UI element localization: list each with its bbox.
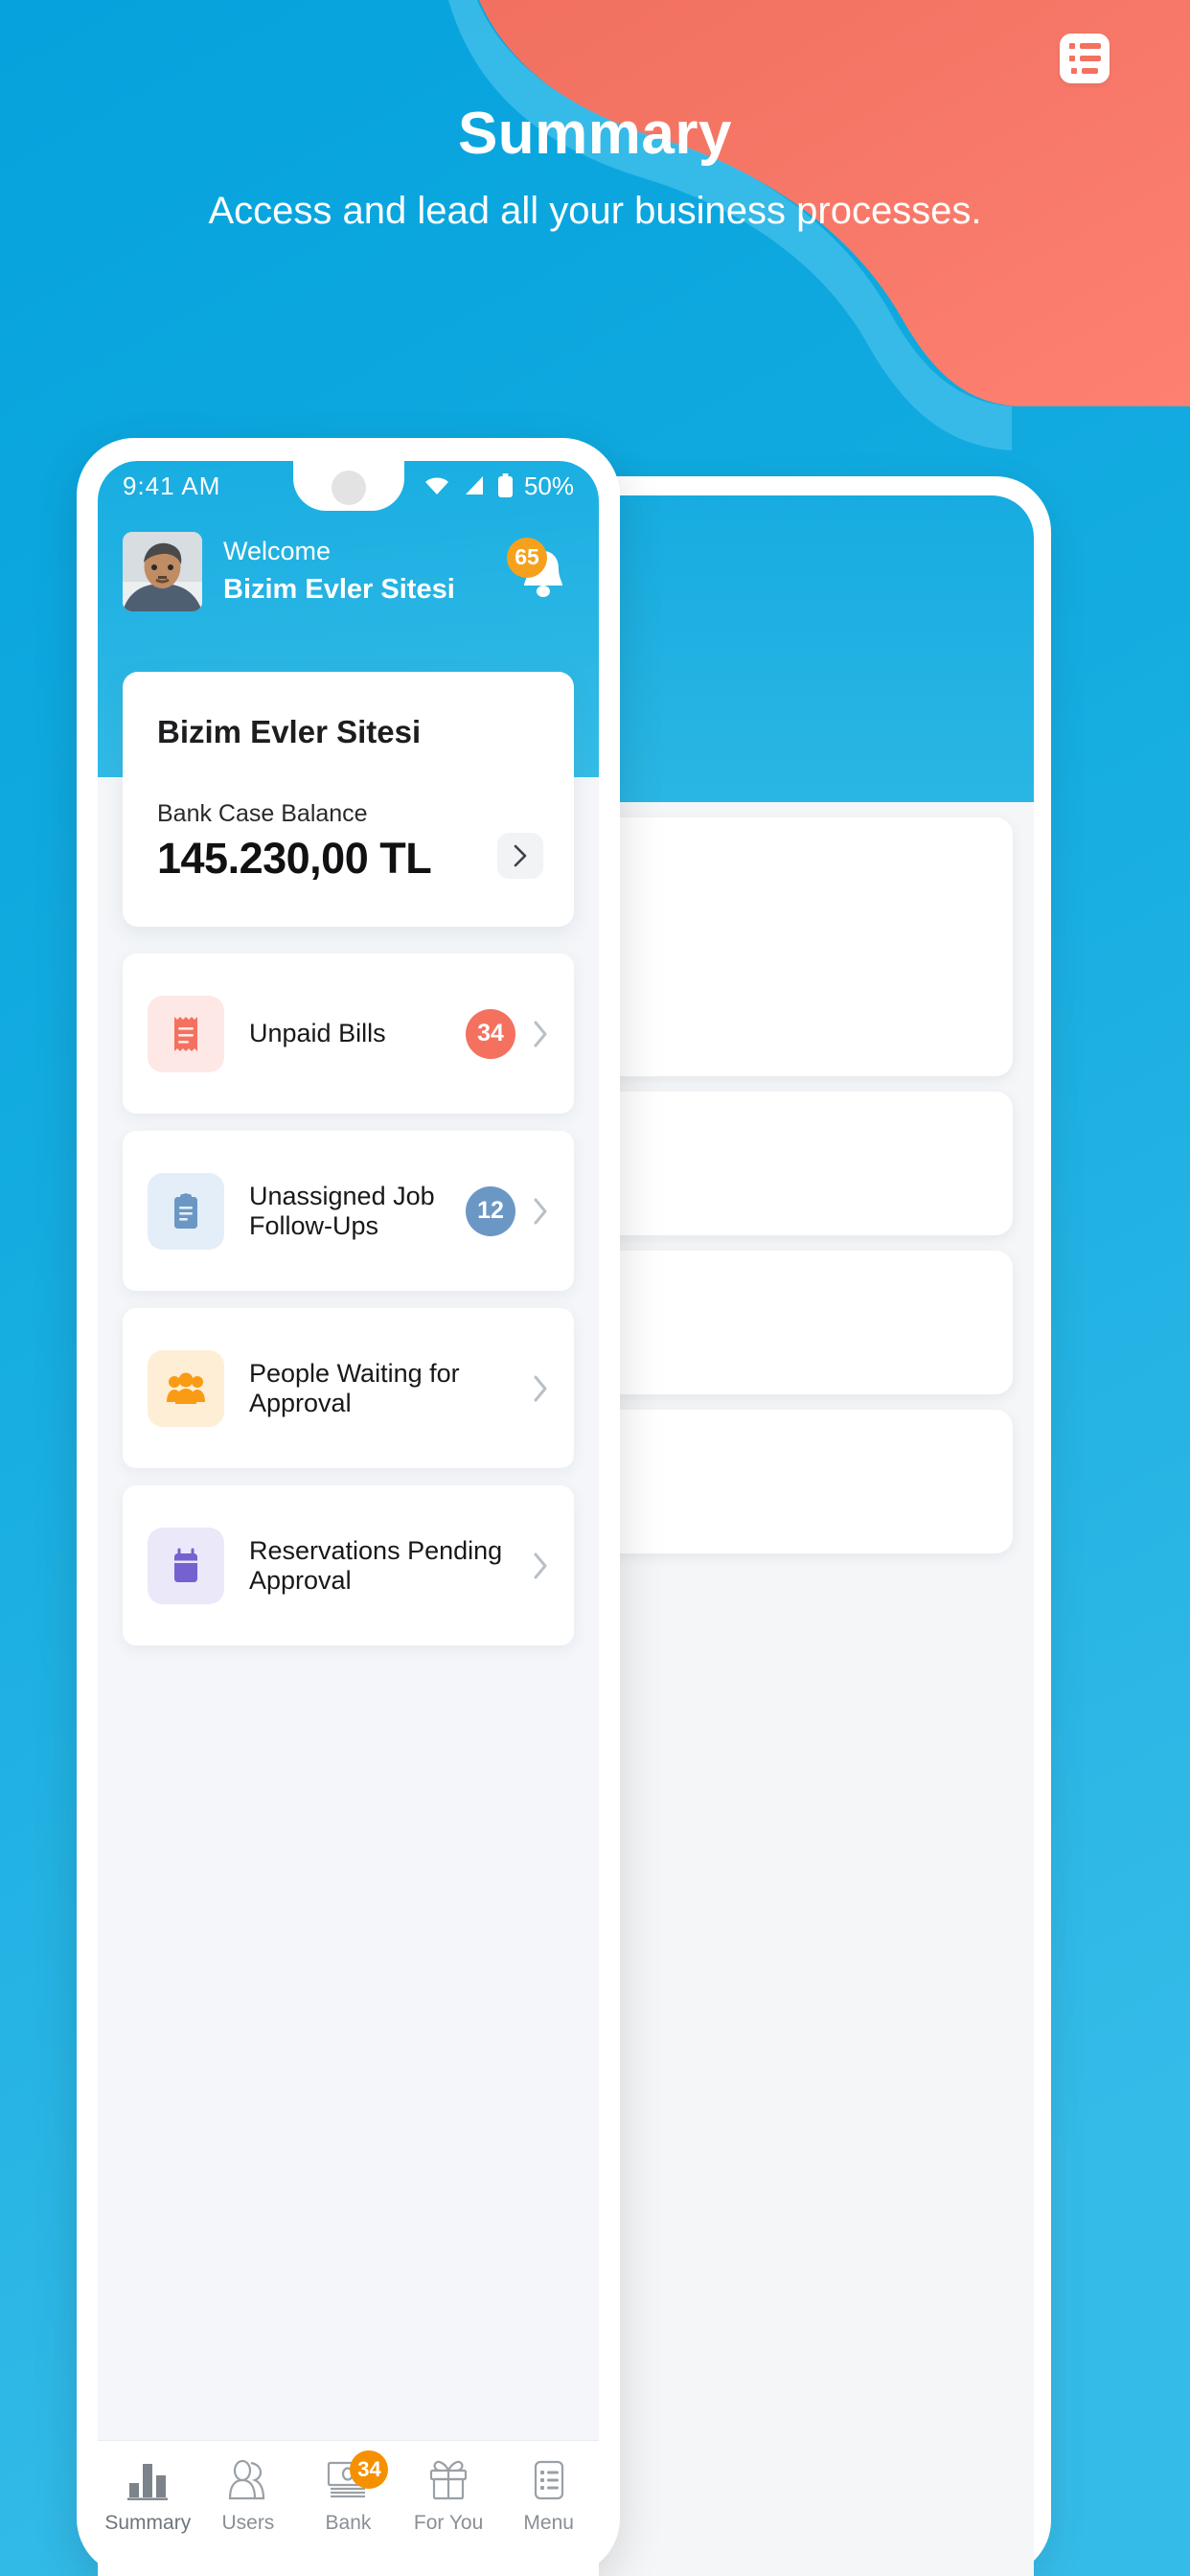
menu-row <box>1068 43 1101 49</box>
menu-row <box>1068 56 1101 61</box>
menu-row <box>1071 68 1098 74</box>
calendar-icon <box>174 1548 197 1582</box>
receipt-icon <box>174 1016 197 1051</box>
list-menu-icon[interactable] <box>1060 34 1110 83</box>
status-indicators: 50% <box>423 472 574 501</box>
welcome-name: Bizim Evler Sitesi <box>223 573 455 605</box>
bar-chart-icon <box>127 2464 169 2500</box>
chevron-right-icon <box>534 1198 547 1224</box>
front-camera-icon <box>331 471 366 505</box>
chevron-right-icon <box>534 1375 547 1401</box>
chevron-right-icon <box>534 1552 547 1578</box>
list-icon <box>534 2460 563 2500</box>
list-item-badge: 12 <box>466 1185 515 1236</box>
balance-card-arrow-button[interactable] <box>497 833 543 879</box>
list-item[interactable]: Unassigned Job Follow-Ups 12 <box>123 1131 574 1291</box>
welcome-greeting: Welcome <box>223 537 332 566</box>
balance-card[interactable]: Bizim Evler Sitesi Bank Case Balance 145… <box>123 672 574 927</box>
phone-mockup: 9:41 AM 50% Welcome Bizim Evler Sitesi 6… <box>77 438 620 2576</box>
list-item-label: Reservations Pending Approval <box>249 1535 503 1595</box>
welcome-text: Welcome Bizim Evler Sitesi <box>223 535 455 609</box>
notification-button[interactable]: 65 <box>507 537 574 603</box>
menu-bullet <box>1068 43 1075 49</box>
list-item-icon-box <box>148 1527 224 1604</box>
menu-bullet <box>1071 68 1077 74</box>
page-subtitle: Access and lead all your business proces… <box>208 190 982 232</box>
gift-icon <box>429 2460 468 2500</box>
balance-card-title: Bizim Evler Sitesi <box>157 714 422 749</box>
battery-icon <box>497 473 513 497</box>
nav-tab-users[interactable]: Users <box>198 2458 299 2535</box>
chevron-right-icon <box>534 1021 547 1046</box>
clipboard-icon <box>174 1192 197 1229</box>
menu-bullet <box>1068 56 1075 61</box>
chevron-right-icon <box>514 844 527 867</box>
phone-screen: 9:41 AM 50% Welcome Bizim Evler Sitesi 6… <box>98 461 599 2576</box>
balance-card-amount: 145.230,00 TL <box>157 834 432 883</box>
list-item-icon-box <box>148 1349 224 1427</box>
list-item-icon-box <box>148 1172 224 1250</box>
avatar[interactable] <box>123 532 202 611</box>
menu-bar <box>1082 68 1098 74</box>
list-item-label: People Waiting for Approval <box>249 1358 460 1417</box>
nav-tab-menu[interactable]: Menu <box>498 2458 599 2535</box>
people-outline-icon <box>228 2459 264 2500</box>
menu-bar <box>1079 43 1101 49</box>
status-time: 9:41 AM <box>123 471 221 500</box>
bottom-navigation: Summary Users 34 Bank For You Menu <box>98 2440 599 2576</box>
list-item[interactable]: Reservations Pending Approval <box>123 1485 574 1645</box>
balance-card-label: Bank Case Balance <box>157 800 368 827</box>
battery-percent: 50% <box>523 471 574 500</box>
notification-badge: 65 <box>507 537 547 578</box>
list-item-icon-box <box>148 995 224 1072</box>
nav-tab-label: Summary <box>104 2512 192 2534</box>
welcome-row: Welcome Bizim Evler Sitesi 65 <box>98 511 599 611</box>
nav-tab-label: For You <box>413 2512 484 2534</box>
list-item[interactable]: Unpaid Bills 34 <box>123 954 574 1114</box>
nav-tab-summary[interactable]: Summary <box>98 2458 198 2535</box>
nav-tab-badge: 34 <box>350 2450 389 2489</box>
list-item[interactable]: People Waiting for Approval <box>123 1308 574 1468</box>
list-item-label: Unassigned Job Follow-Ups <box>249 1181 435 1240</box>
nav-tab-label: Menu <box>523 2512 574 2534</box>
summary-list: Unpaid Bills 34 Unassigned Job Follow-Up… <box>123 954 574 1645</box>
people-icon <box>167 1372 205 1404</box>
cellular-signal-icon <box>465 476 483 494</box>
menu-bar <box>1079 56 1101 61</box>
nav-tab-label: Bank <box>325 2512 372 2534</box>
list-item-label: Unpaid Bills <box>249 1019 386 1047</box>
nav-tab-bank[interactable]: 34 Bank <box>298 2450 399 2535</box>
list-item-badge: 34 <box>466 1008 515 1059</box>
phone-notch <box>292 461 404 511</box>
page-title: Summary <box>457 101 733 167</box>
user-avatar <box>123 532 202 611</box>
wifi-icon <box>424 477 448 494</box>
nav-tab-label: Users <box>221 2512 275 2534</box>
nav-tab-for-you[interactable]: For You <box>399 2458 499 2535</box>
